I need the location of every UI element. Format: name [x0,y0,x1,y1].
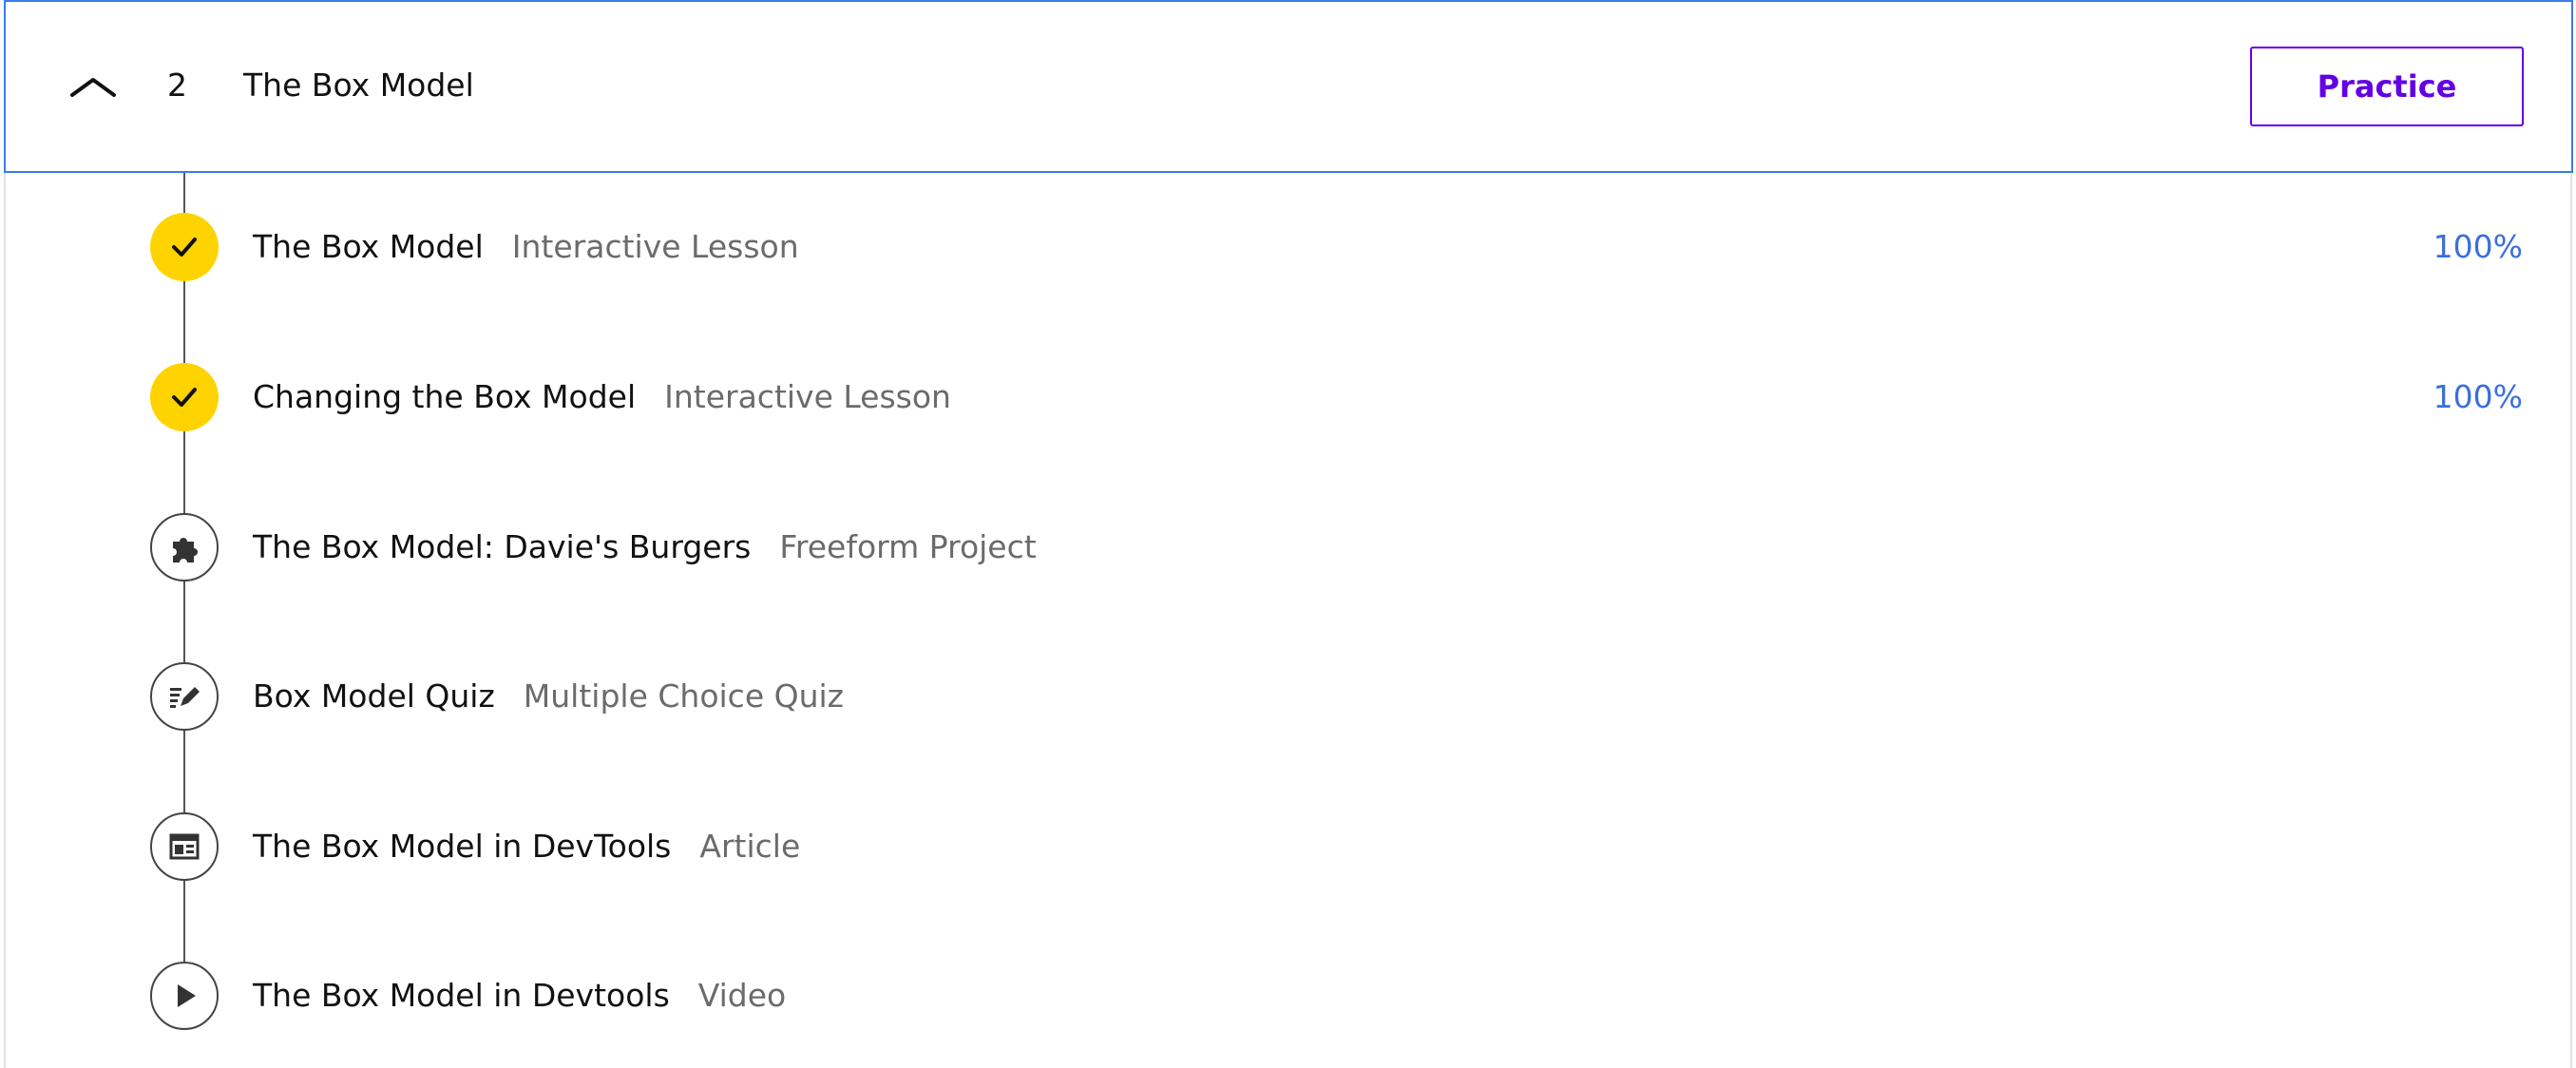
module-header[interactable]: 2 The Box Model Practice [4,0,2573,173]
lesson-type: Freeform Project [779,528,1037,565]
lesson-item[interactable]: The Box Model Interactive Lesson 100% [0,209,2576,285]
lesson-title: The Box Model in Devtools [253,977,670,1014]
lesson-title: Box Model Quiz [253,677,495,715]
quiz-pencil-icon [150,662,219,731]
module-title: The Box Model [243,67,474,104]
video-item[interactable]: The Box Model in Devtools Video [0,958,2576,1034]
module-number: 2 [167,67,187,104]
check-icon [150,363,219,431]
lesson-type: Interactive Lesson [511,228,799,265]
lesson-item-label[interactable]: Changing the Box Model Interactive Lesson [253,376,951,418]
play-icon [150,962,219,1030]
lesson-title: The Box Model [253,228,484,265]
lesson-item-label[interactable]: Box Model Quiz Multiple Choice Quiz [253,676,844,717]
lesson-type: Video [697,977,787,1014]
lesson-type: Multiple Choice Quiz [523,677,844,715]
project-item[interactable]: The Box Model: Davie's Burgers Freeform P… [0,509,2576,585]
practice-button[interactable]: Practice [2250,47,2524,126]
lesson-title: Changing the Box Model [253,378,637,415]
article-item[interactable]: The Box Model in DevTools Article [0,809,2576,885]
lesson-item-label[interactable]: The Box Model Interactive Lesson [253,226,799,268]
progress-percent: 100% [2433,228,2523,265]
article-icon [150,812,219,881]
lesson-item[interactable]: Changing the Box Model Interactive Lesson… [0,359,2576,435]
quiz-item[interactable]: Box Model Quiz Multiple Choice Quiz [0,658,2576,734]
lesson-type: Interactive Lesson [664,378,951,415]
progress-percent: 100% [2433,378,2523,415]
chevron-up-icon[interactable] [63,67,124,105]
lesson-type: Article [699,828,801,865]
check-icon [150,213,219,281]
lesson-item-label[interactable]: The Box Model in Devtools Video [253,975,786,1017]
lesson-item-label[interactable]: The Box Model in DevTools Article [253,826,800,868]
lesson-title: The Box Model: Davie's Burgers [253,528,752,565]
lesson-item-label[interactable]: The Box Model: Davie's Burgers Freeform P… [253,526,1037,568]
lesson-title: The Box Model in DevTools [253,828,672,865]
puzzle-icon [150,513,219,582]
